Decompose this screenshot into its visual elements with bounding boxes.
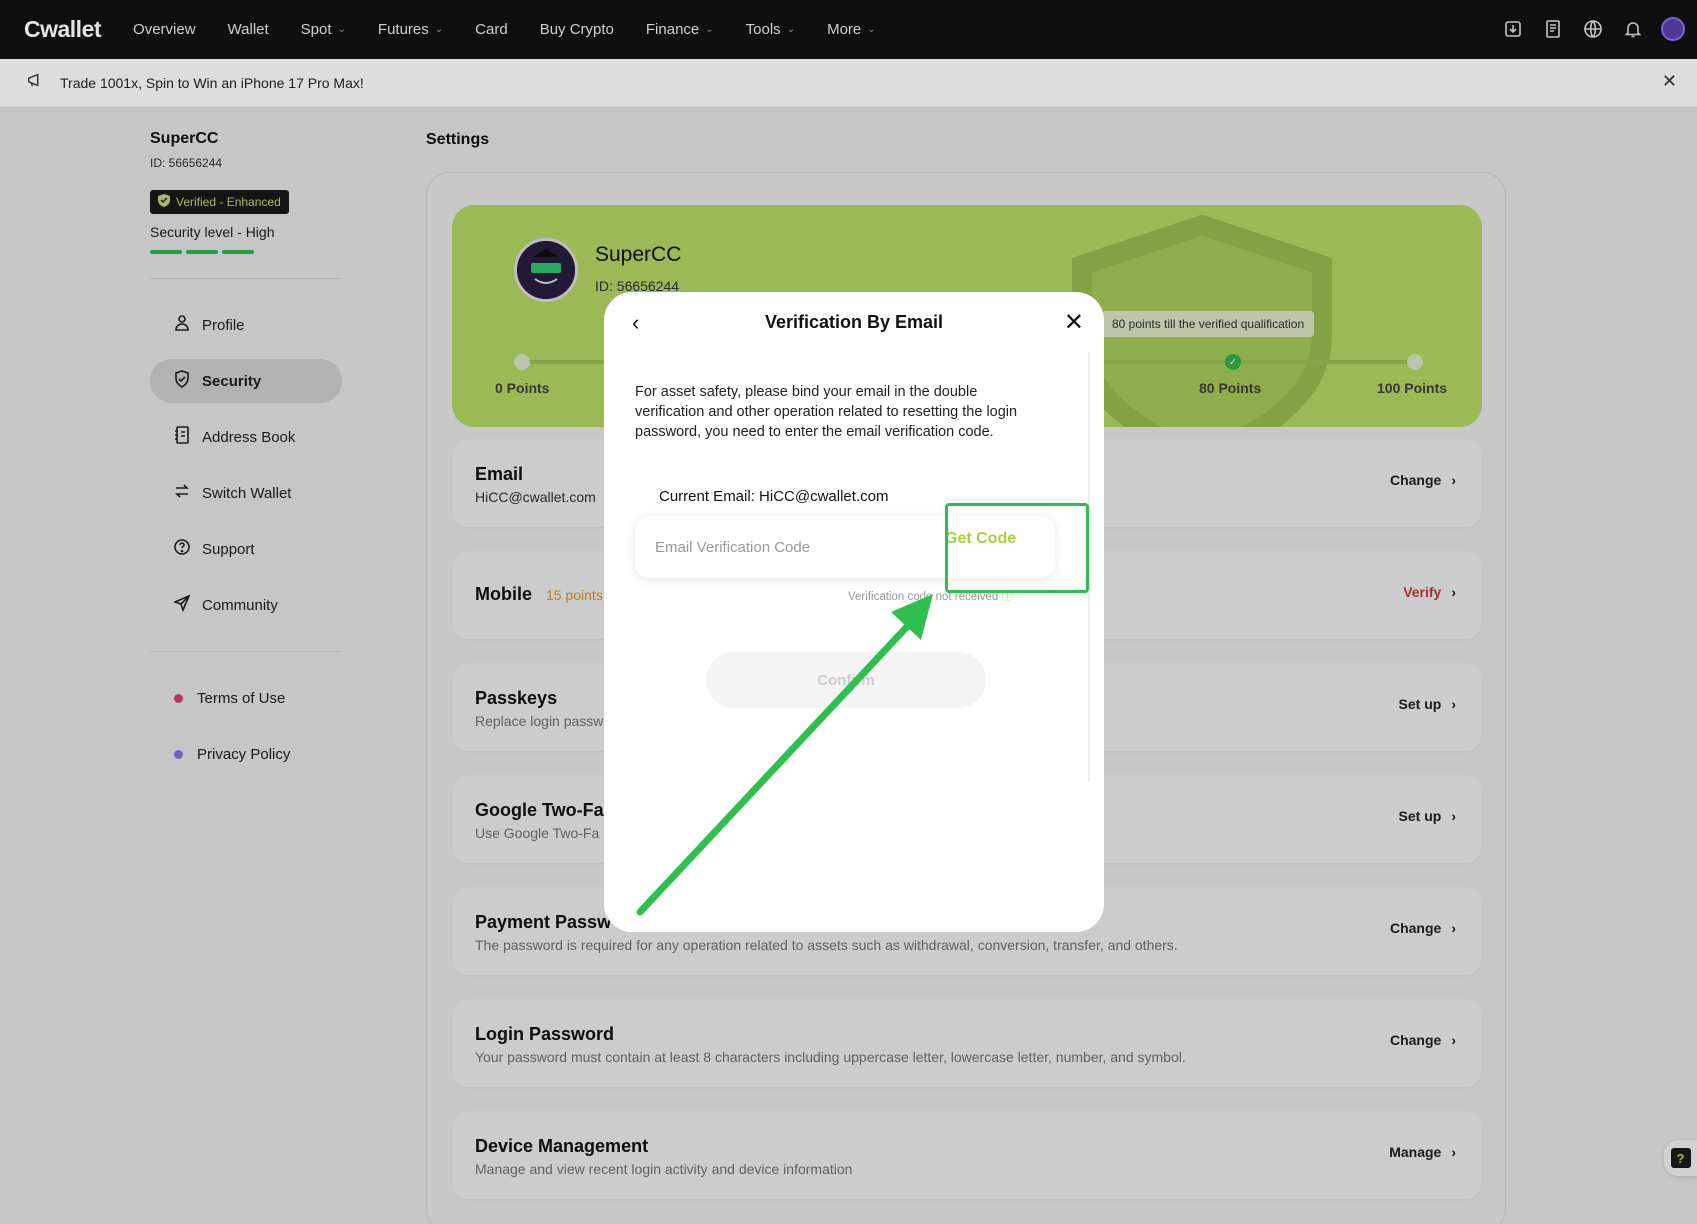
get-code-button[interactable]: Get Code bbox=[945, 530, 1016, 548]
help-circle-icon: ⓘ bbox=[1001, 591, 1013, 603]
confirm-button[interactable]: Confirm bbox=[706, 652, 986, 708]
code-not-received-link[interactable]: Verification code not received ⓘ bbox=[848, 588, 1013, 604]
verification-email-modal: ‹ Verification By Email ✕ For asset safe… bbox=[604, 292, 1104, 932]
modal-title: Verification By Email bbox=[764, 312, 944, 332]
modal-scrollbar[interactable] bbox=[1088, 352, 1090, 782]
modal-backdrop-top bbox=[0, 0, 1697, 107]
current-email: Current Email: HiCC@cwallet.com bbox=[659, 488, 889, 505]
close-icon[interactable]: ✕ bbox=[1064, 308, 1084, 337]
modal-description: For asset safety, please bind your email… bbox=[635, 384, 1018, 440]
